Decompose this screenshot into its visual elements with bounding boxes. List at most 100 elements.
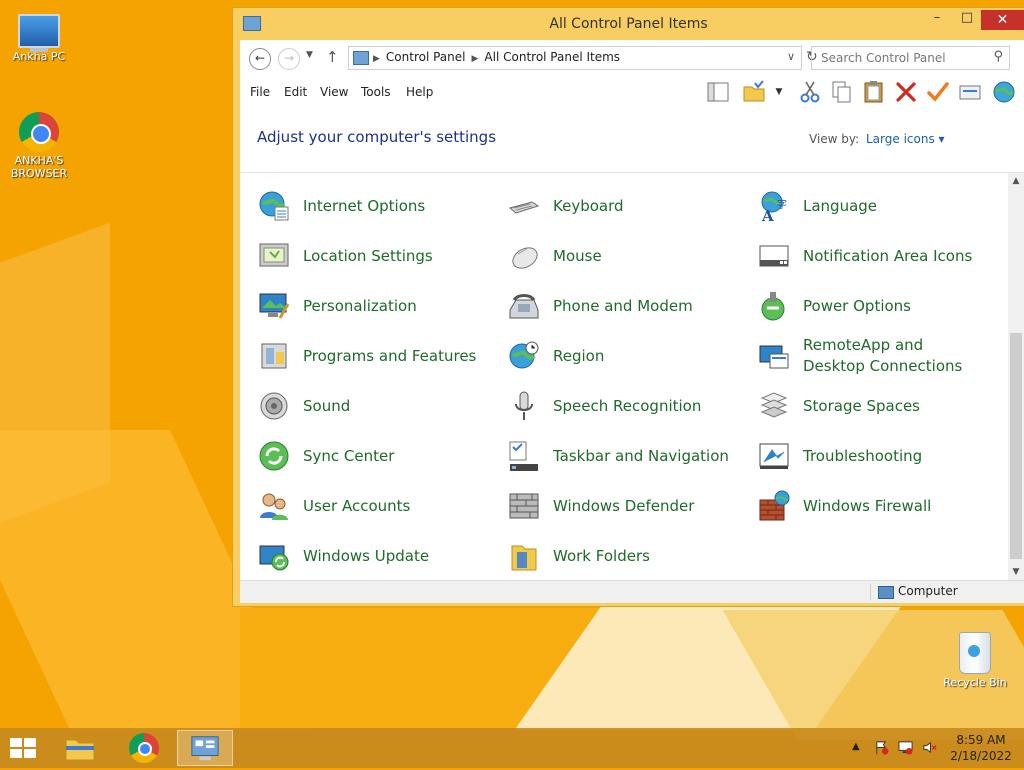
maximize-button[interactable]: □ [953,10,981,30]
desktop-icon-recycle-bin[interactable]: Recycle Bin [940,632,1010,689]
arrow-up-icon: ↑ [326,48,339,66]
item-storage-spaces[interactable]: Storage Spaces [758,387,920,425]
show-hidden-icons-button[interactable]: ▲ [852,741,860,752]
item-label: Power Options [803,296,911,315]
taskbar-chrome[interactable] [116,730,172,766]
window-title: All Control Panel Items [549,16,708,32]
menu-help[interactable]: Help [406,85,433,99]
volume-muted-icon[interactable] [922,740,937,755]
globe-icon[interactable] [992,80,1016,104]
breadcrumb-control-panel[interactable]: Control Panel [386,50,466,64]
item-windows-update[interactable]: Windows Update [258,537,429,575]
chevron-down-icon[interactable]: ∨ [787,50,795,63]
start-button[interactable] [10,738,38,760]
checkmark-icon[interactable] [926,80,950,104]
item-language[interactable]: A字 Language [758,187,877,225]
item-sound[interactable]: Sound [258,387,350,425]
item-label: Windows Update [303,546,430,565]
search-input[interactable] [819,50,988,66]
item-windows-firewall[interactable]: Windows Firewall [758,487,931,525]
scroll-up-arrow-icon[interactable]: ▲ [1008,173,1024,189]
copy-icon[interactable] [830,80,854,104]
item-power-options[interactable]: Power Options [758,287,911,325]
menu-tools[interactable]: Tools [361,85,391,99]
item-label: Keyboard [553,196,624,215]
item-label: Sync Center [303,446,395,465]
item-sync-center[interactable]: Sync Center [258,437,394,475]
item-mouse[interactable]: Mouse [508,237,602,275]
up-button[interactable]: ↑ [326,48,339,66]
item-label: Phone and Modem [553,296,693,315]
computer-icon [18,14,60,52]
item-label: Location Settings [303,246,433,265]
sound-icon [260,392,288,420]
clock-time: 8:59 AM [956,733,1006,747]
item-personalization[interactable]: Personalization [258,287,417,325]
network-icon[interactable] [898,740,913,755]
scrollbar-thumb[interactable] [1010,333,1022,559]
scroll-down-arrow-icon[interactable]: ▼ [1008,564,1024,580]
cut-icon[interactable] [798,80,822,104]
item-speech-recognition[interactable]: Speech Recognition [508,387,701,425]
item-work-folders[interactable]: Work Folders [508,537,650,575]
item-programs-and-features[interactable]: Programs and Features [258,337,476,375]
action-center-flag-icon[interactable] [874,740,889,755]
chevron-right-icon[interactable]: ▶ [472,54,479,64]
item-notification-area-icons[interactable]: Notification Area Icons [758,237,972,275]
item-label: RemoteApp and Desktop Connections [803,336,963,375]
personalization-icon [259,293,290,319]
item-label: Windows Defender [553,496,695,515]
item-keyboard[interactable]: Keyboard [508,187,624,225]
breadcrumb: ▶ Control Panel ▶ All Control Panel Items [373,50,620,64]
delete-icon[interactable] [894,80,918,104]
item-label: Internet Options [303,196,426,215]
menu-bar: File Edit View Tools Help ▼ [240,76,1024,108]
menu-edit[interactable]: Edit [284,85,307,99]
item-label: Speech Recognition [553,396,702,415]
taskbar-control-panel[interactable] [177,730,233,766]
item-location-settings[interactable]: Location Settings [258,237,433,275]
properties-icon[interactable] [958,80,982,104]
arrow-right-icon: → [283,51,295,65]
chevron-down-icon[interactable]: ▼ [774,80,784,104]
desktop-icon-ankha-pc[interactable]: Ankha PC [4,8,74,63]
minimize-button[interactable]: – [923,10,951,30]
menu-file[interactable]: File [250,85,270,99]
taskbar-file-explorer[interactable] [52,730,108,766]
close-button[interactable]: ✕ [981,10,1024,30]
vertical-scrollbar[interactable]: ▲ ▼ [1008,173,1024,580]
svg-text:字: 字 [777,198,787,211]
paste-icon[interactable] [862,80,886,104]
desktop-icon-ankha-browser[interactable]: ANKHA'S BROWSER [4,112,74,180]
chrome-icon [19,112,59,152]
item-label: Storage Spaces [803,396,920,415]
item-troubleshooting[interactable]: Troubleshooting [758,437,922,475]
arrow-left-icon: ← [254,51,266,65]
back-button[interactable]: ← [249,48,271,70]
recent-locations-dropdown[interactable]: ▼ [306,50,313,60]
control-panel-items: Internet Options Keyboard A字 Language Lo… [240,173,1008,580]
address-bar[interactable]: ▶ Control Panel ▶ All Control Panel Items ∨ [348,46,802,70]
windows-firewall-icon [759,490,790,521]
item-internet-options[interactable]: Internet Options [258,187,425,225]
location-settings-icon [259,243,289,267]
windows-logo-icon [10,749,22,758]
item-label: Language [803,196,878,215]
phone-modem-icon [509,294,539,319]
forward-button[interactable]: → [278,48,300,70]
taskbar: ▲ 8:59 AM 2/18/2022 [0,728,1024,768]
item-windows-defender[interactable]: Windows Defender [508,487,694,525]
item-user-accounts[interactable]: User Accounts [258,487,410,525]
search-icon[interactable]: ⚲ [993,49,1003,64]
item-taskbar-and-navigation[interactable]: Taskbar and Navigation [508,437,729,475]
title-bar[interactable]: All Control Panel Items – □ ✕ [233,8,1024,40]
menu-view[interactable]: View [320,85,348,99]
system-clock[interactable]: 8:59 AM 2/18/2022 [946,732,1016,764]
breadcrumb-all-items[interactable]: All Control Panel Items [484,50,620,64]
item-remoteapp[interactable]: RemoteApp and Desktop Connections [758,336,983,375]
folder-options-icon[interactable] [742,80,766,104]
layout-pane-icon[interactable] [706,80,730,104]
item-region[interactable]: Region [508,337,604,375]
view-by-dropdown[interactable]: Large icons ▾ [866,132,945,146]
item-phone-and-modem[interactable]: Phone and Modem [508,287,693,325]
